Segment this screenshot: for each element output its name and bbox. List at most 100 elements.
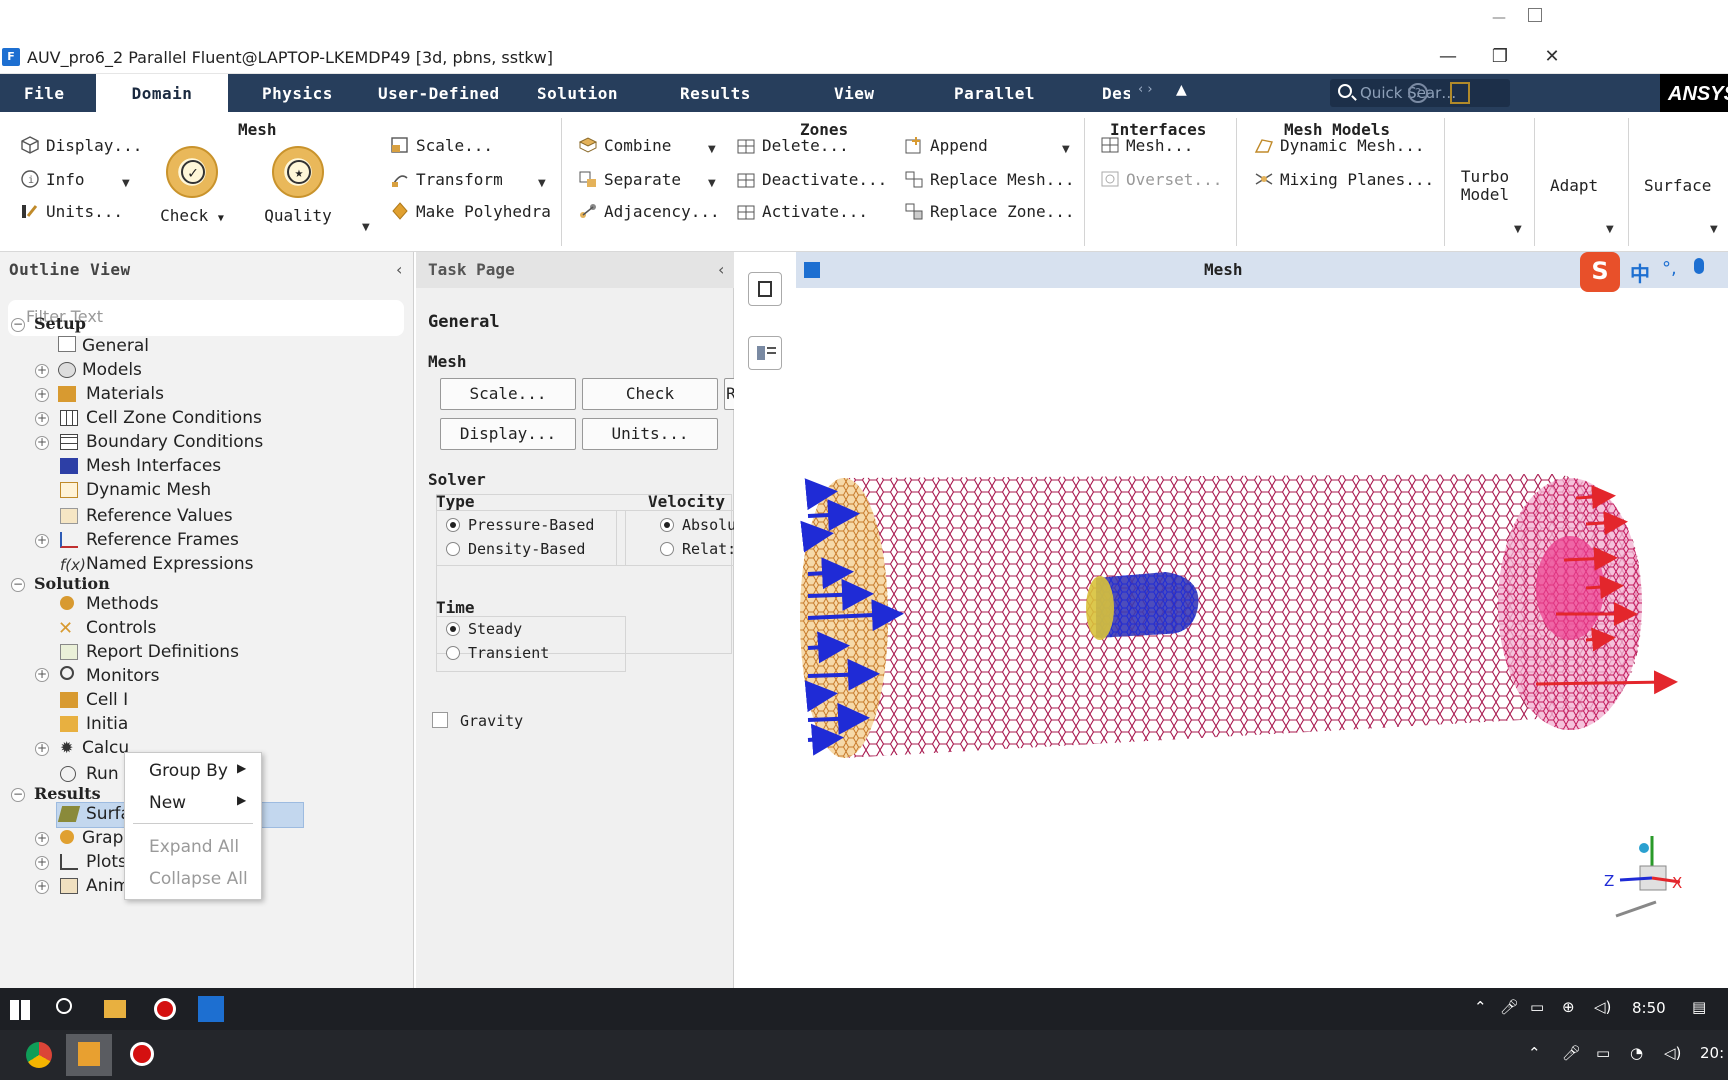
task-check-button[interactable]: Check bbox=[582, 378, 718, 410]
tab-view[interactable]: View bbox=[834, 74, 875, 112]
recorder-app-icon[interactable] bbox=[130, 1042, 154, 1066]
fluent-taskbar-icon[interactable] bbox=[198, 996, 224, 1022]
tree-section-solution[interactable]: Solution bbox=[34, 574, 110, 593]
separate-dropdown-arrow[interactable]: ▼ bbox=[708, 178, 716, 189]
expand-toggle[interactable]: + bbox=[35, 412, 49, 426]
pressure-based-radio[interactable]: Pressure-Based bbox=[446, 516, 594, 534]
graphics-window[interactable]: Mesh S 中 °, Z X bbox=[796, 252, 1728, 988]
adjacency-button[interactable]: Adjacency... bbox=[578, 202, 720, 221]
windows-start-icon[interactable] bbox=[10, 1000, 30, 1020]
interfaces-mesh-button[interactable]: Mesh... bbox=[1100, 136, 1193, 155]
relative-radio[interactable]: Relat: bbox=[660, 540, 736, 558]
expand-toggle[interactable]: + bbox=[35, 436, 49, 450]
tree-item-mesh-interfaces[interactable]: Mesh Interfaces bbox=[86, 456, 221, 476]
task-units-button[interactable]: Units... bbox=[582, 418, 718, 450]
quality-dropdown-arrow[interactable]: ▼ bbox=[362, 222, 370, 233]
zone-delete-button[interactable]: Delete... bbox=[736, 136, 849, 155]
turbo-model-dropdown-arrow[interactable]: ▼ bbox=[1514, 224, 1522, 235]
mesh-check-button[interactable]: ✓ Check ▼ bbox=[152, 146, 232, 225]
copy-view-button[interactable] bbox=[748, 272, 782, 306]
outer-maximize-button[interactable] bbox=[1528, 8, 1542, 22]
adapt-dropdown-arrow[interactable]: ▼ bbox=[1606, 224, 1614, 235]
expand-toggle[interactable]: + bbox=[35, 856, 49, 870]
tab-user-defined[interactable]: User-Defined bbox=[378, 74, 500, 112]
search-icon[interactable] bbox=[56, 998, 72, 1014]
tab-solution[interactable]: Solution bbox=[537, 74, 618, 112]
tree-item-monitors[interactable]: Monitors bbox=[86, 666, 159, 686]
tree-item-calculation-activities[interactable]: Calcu bbox=[82, 738, 129, 758]
tree-item-dynamic-mesh[interactable]: Dynamic Mesh bbox=[86, 480, 211, 500]
notes-icon[interactable] bbox=[1450, 82, 1470, 104]
tray-clock[interactable]: 8:50 bbox=[1632, 999, 1666, 1017]
steady-radio[interactable]: Steady bbox=[446, 620, 522, 638]
minimize-button[interactable]: — bbox=[1436, 46, 1460, 68]
absolute-radio[interactable]: Absolu bbox=[660, 516, 736, 534]
collapse-ribbon-icon[interactable]: ▲ bbox=[1176, 82, 1187, 98]
menu-item-expand-all[interactable]: Expand All bbox=[149, 837, 239, 857]
tree-item-report-definitions[interactable]: Report Definitions bbox=[86, 642, 239, 662]
host-tray-volume-icon[interactable]: ◁) bbox=[1664, 1044, 1681, 1062]
chrome-icon[interactable] bbox=[26, 1042, 52, 1068]
help-icon[interactable]: ? bbox=[1408, 83, 1428, 103]
mixing-planes-button[interactable]: Mixing Planes... bbox=[1254, 170, 1434, 189]
turbo-model-button[interactable]: Turbo Model bbox=[1458, 168, 1512, 204]
close-button[interactable]: ✕ bbox=[1540, 46, 1564, 68]
file-explorer-icon[interactable] bbox=[104, 1000, 126, 1018]
expand-toggle[interactable]: + bbox=[35, 832, 49, 846]
mesh-display-button[interactable]: Display... bbox=[20, 136, 142, 155]
menu-item-new[interactable]: New bbox=[149, 793, 186, 813]
task-scale-button[interactable]: Scale... bbox=[440, 378, 576, 410]
tree-item-named-expressions[interactable]: Named Expressions bbox=[86, 554, 254, 574]
expand-toggle[interactable]: + bbox=[35, 668, 49, 682]
tray-mic-icon[interactable]: 🎤︎ bbox=[1500, 998, 1519, 1016]
surface-dropdown-arrow[interactable]: ▼ bbox=[1710, 224, 1718, 235]
mesh-transform-button[interactable]: Transform bbox=[390, 170, 503, 189]
host-tray-battery-icon[interactable]: ▭ bbox=[1596, 1044, 1610, 1062]
expand-toggle[interactable]: + bbox=[35, 388, 49, 402]
outer-minimize-button[interactable]: — bbox=[1492, 10, 1506, 26]
tray-battery-icon[interactable]: ▭ bbox=[1530, 998, 1544, 1016]
tray-notification-icon[interactable]: ▤ bbox=[1692, 998, 1706, 1016]
dynamic-mesh-button[interactable]: Dynamic Mesh... bbox=[1254, 136, 1425, 155]
tree-item-controls[interactable]: Controls bbox=[86, 618, 156, 638]
collapse-toggle[interactable]: − bbox=[11, 318, 25, 332]
host-tray-clock[interactable]: 20: bbox=[1700, 1044, 1724, 1062]
info-dropdown-arrow[interactable]: ▼ bbox=[122, 178, 130, 189]
make-polyhedra-button[interactable]: Make Polyhedra bbox=[390, 202, 551, 221]
combine-dropdown-arrow[interactable]: ▼ bbox=[708, 144, 716, 155]
recorder-icon[interactable] bbox=[154, 998, 176, 1020]
host-tray-mic-icon[interactable]: 🎤︎ bbox=[1562, 1044, 1581, 1062]
tree-item-cell-zone-conditions[interactable]: Cell Zone Conditions bbox=[86, 408, 262, 428]
tray-volume-icon[interactable]: ◁) bbox=[1594, 998, 1611, 1016]
tree-item-run-calculation[interactable]: Run bbox=[86, 764, 119, 784]
tab-results[interactable]: Results bbox=[680, 74, 751, 112]
append-dropdown-arrow[interactable]: ▼ bbox=[1062, 144, 1070, 155]
tree-item-reference-frames[interactable]: Reference Frames bbox=[86, 530, 239, 550]
mesh-units-button[interactable]: Units... bbox=[20, 202, 123, 221]
combine-button[interactable]: Combine bbox=[578, 136, 671, 155]
collapse-task-page-icon[interactable]: ‹ bbox=[718, 260, 724, 279]
adapt-button[interactable]: Adapt bbox=[1550, 176, 1598, 195]
zone-activate-button[interactable]: Activate... bbox=[736, 202, 868, 221]
media-player-icon[interactable] bbox=[78, 1042, 100, 1066]
gravity-checkbox[interactable] bbox=[432, 712, 448, 728]
tab-physics[interactable]: Physics bbox=[262, 74, 333, 112]
microphone-icon[interactable] bbox=[1694, 258, 1704, 274]
host-tray-wifi-icon[interactable]: ◔ bbox=[1630, 1044, 1643, 1062]
separate-button[interactable]: Separate bbox=[578, 170, 681, 189]
host-tray-expand-icon[interactable]: ⌃ bbox=[1528, 1044, 1541, 1062]
collapse-panel-icon[interactable]: ‹ bbox=[396, 260, 402, 279]
expand-toggle[interactable]: + bbox=[35, 880, 49, 894]
tree-item-plots[interactable]: Plots bbox=[86, 852, 127, 872]
tab-parallel[interactable]: Parallel bbox=[954, 74, 1035, 112]
menu-item-group-by[interactable]: Group By bbox=[149, 761, 228, 781]
replace-zone-button[interactable]: Replace Zone... bbox=[904, 202, 1075, 221]
tree-item-materials[interactable]: Materials bbox=[86, 384, 164, 404]
surface-button[interactable]: Surface bbox=[1644, 176, 1711, 195]
tree-item-initialization[interactable]: Initia bbox=[86, 714, 128, 734]
tab-scroll-arrows[interactable]: ‹ › bbox=[1138, 82, 1153, 97]
collapse-toggle[interactable]: − bbox=[11, 788, 25, 802]
layout-toggle-button[interactable] bbox=[748, 336, 782, 370]
transient-radio[interactable]: Transient bbox=[446, 644, 549, 662]
mesh-scale-button[interactable]: Scale... bbox=[390, 136, 493, 155]
